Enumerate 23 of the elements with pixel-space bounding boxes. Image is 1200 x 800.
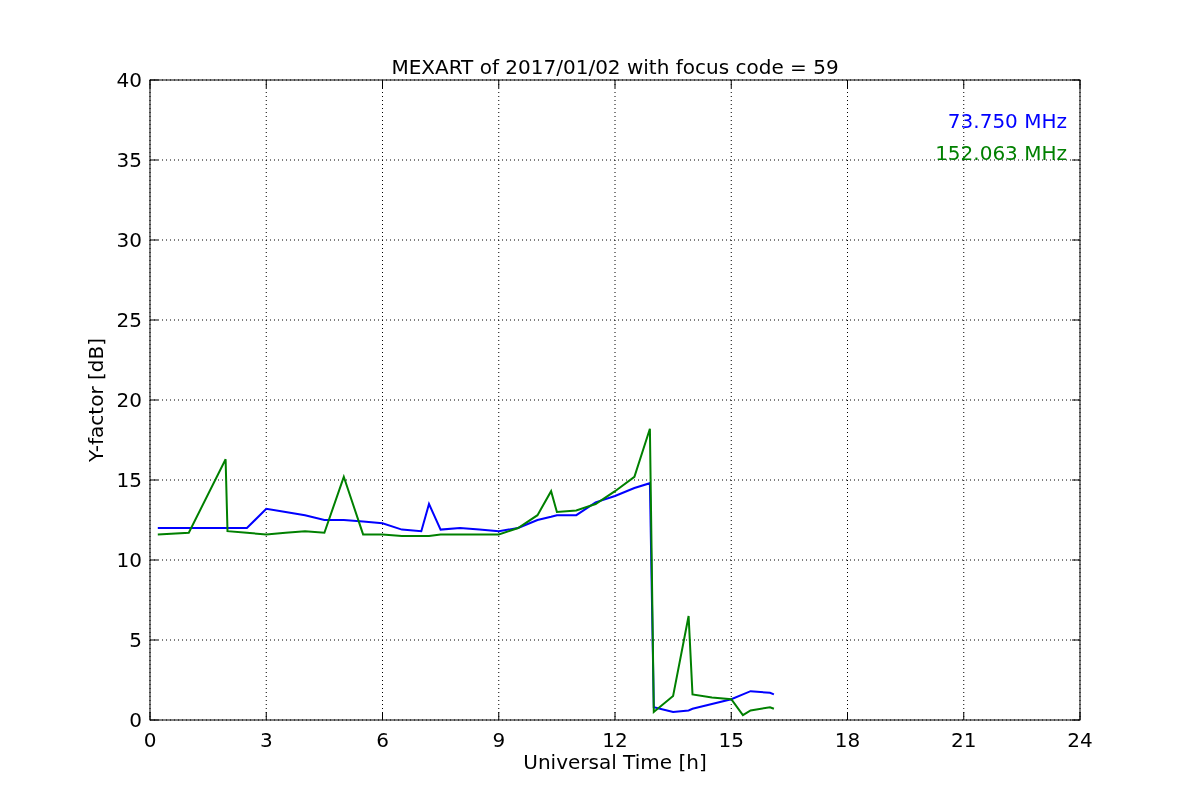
legend-label: 152.063 MHz — [935, 141, 1067, 165]
x-tick-label: 15 — [718, 728, 744, 752]
y-tick-label: 20 — [116, 388, 142, 412]
x-tick-label: 12 — [602, 728, 628, 752]
y-tick-label: 15 — [116, 468, 142, 492]
x-tick-label: 21 — [951, 728, 977, 752]
y-tick-label: 40 — [116, 68, 142, 92]
x-axis-label: Universal Time [h] — [523, 750, 707, 774]
y-tick-label: 30 — [116, 228, 142, 252]
y-tick-label: 10 — [116, 548, 142, 572]
y-tick-label: 0 — [129, 708, 142, 732]
x-tick-label: 24 — [1067, 728, 1093, 752]
chart-title: MEXART of 2017/01/02 with focus code = 59 — [391, 55, 839, 79]
x-tick-label: 3 — [259, 728, 273, 752]
legend-label: 73.750 MHz — [947, 109, 1067, 133]
y-tick-label: 25 — [116, 308, 142, 332]
y-tick-label: 5 — [129, 628, 142, 652]
x-tick-label: 9 — [492, 728, 506, 752]
x-tick-label: 6 — [376, 728, 389, 752]
y-tick-label: 35 — [116, 148, 142, 172]
x-tick-label: 0 — [143, 728, 157, 752]
y-axis-label: Y-factor [dB] — [84, 338, 108, 462]
x-tick-label: 18 — [834, 728, 861, 752]
